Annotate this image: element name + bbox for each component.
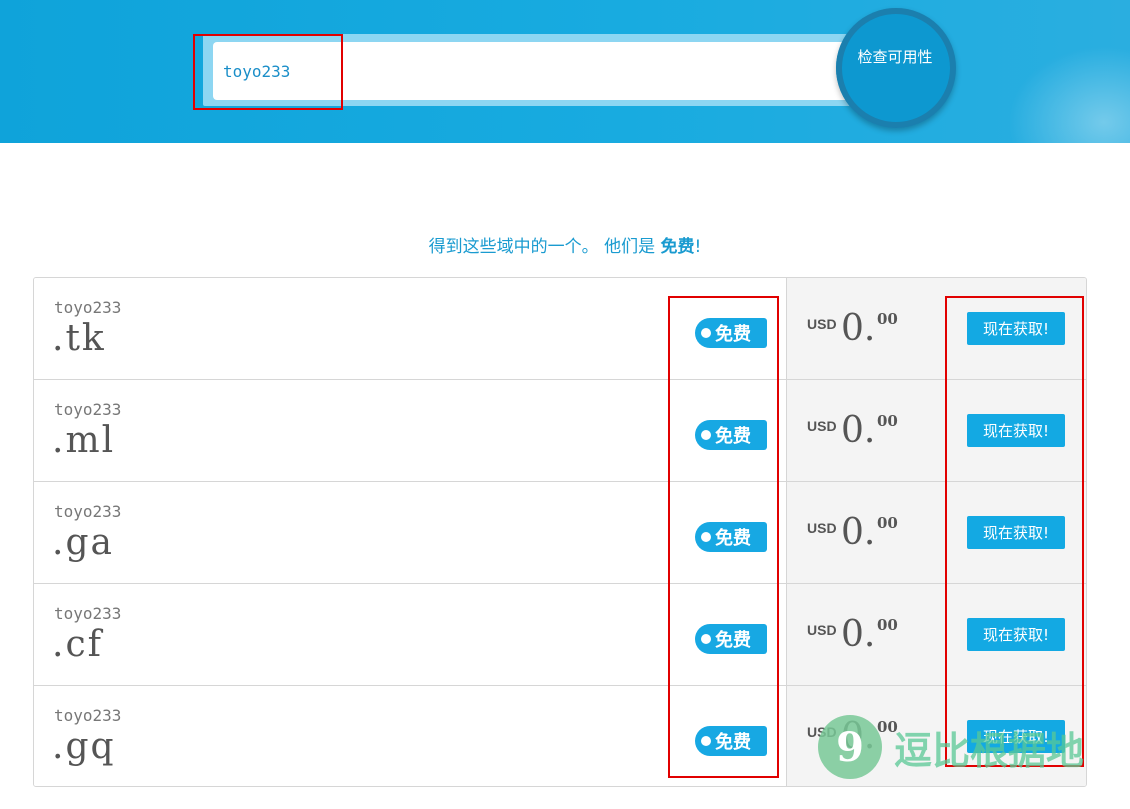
check-availability-label: 检查可用性 [857,48,933,66]
free-badge: 免费 [695,420,767,450]
price-currency: USD [807,622,837,638]
domain-name: toyo233 [54,604,122,623]
domain-info-cell: toyo233 .cf 免费 [34,584,786,685]
tagline: 得到这些域中的一个。 他们是 免费! [0,232,1130,257]
free-badge-label: 免费 [715,528,751,549]
price-cell: USD 0. 00 现在获取! [786,584,1086,685]
price-currency: USD [807,724,837,740]
get-now-button[interactable]: 现在获取! [967,618,1065,651]
free-badge-label: 免费 [715,732,751,753]
free-badge: 免费 [695,522,767,552]
price-cell: USD 0. 00 现在获取! [786,482,1086,583]
price-currency: USD [807,418,837,434]
domain-tld: .gq [52,726,116,767]
price-cell: USD 0. 00 现在获取! [786,380,1086,481]
badge-dot-icon [701,736,711,746]
free-badge: 免费 [695,726,767,756]
domain-row-ga: toyo233 .ga 免费 USD 0. 00 现在获取! [34,482,1086,584]
price-integer: 0. [841,308,876,349]
price-cell: USD 0. 00 现在获取! [786,686,1086,786]
price-cell: USD 0. 00 现在获取! [786,278,1086,379]
free-badge: 免费 [695,624,767,654]
tagline-emphasis: 免费 [660,237,695,257]
search-bar [203,34,863,106]
domain-info-cell: toyo233 .ml 免费 [34,380,786,481]
domain-info-cell: toyo233 .tk 免费 [34,278,786,379]
hero-decoration [1000,40,1130,143]
domain-row-gq: toyo233 .gq 免费 USD 0. 00 现在获取! [34,686,1086,786]
price-currency: USD [807,520,837,536]
domain-results-table: toyo233 .tk 免费 USD 0. 00 现在获取! toyo233 .… [33,277,1087,787]
price-decimal: 00 [877,412,898,430]
badge-dot-icon [701,328,711,338]
get-now-button[interactable]: 现在获取! [967,414,1065,447]
free-badge-label: 免费 [715,324,751,345]
price-integer: 0. [841,716,876,757]
domain-tld: .ga [52,522,114,563]
domain-tld: .ml [52,420,116,461]
price-decimal: 00 [877,616,898,634]
tagline-suffix: ! [694,237,702,257]
free-badge-label: 免费 [715,630,751,651]
domain-name: toyo233 [54,706,122,725]
domain-info-cell: toyo233 .ga 免费 [34,482,786,583]
badge-dot-icon [701,532,711,542]
domain-info-cell: toyo233 .gq 免费 [34,686,786,786]
domain-row-tk: toyo233 .tk 免费 USD 0. 00 现在获取! [34,278,1086,380]
price-decimal: 00 [877,310,898,328]
hero-banner: 检查可用性 [0,0,1130,143]
price-integer: 0. [841,614,876,655]
get-now-button[interactable]: 现在获取! [967,516,1065,549]
domain-name: toyo233 [54,400,122,419]
domain-row-ml: toyo233 .ml 免费 USD 0. 00 现在获取! [34,380,1086,482]
price-integer: 0. [841,512,876,553]
tagline-text: 得到这些域中的一个。 他们是 [428,237,656,257]
domain-name: toyo233 [54,502,122,521]
get-now-button[interactable]: 现在获取! [967,312,1065,345]
domain-name: toyo233 [54,298,122,317]
check-availability-button[interactable]: 检查可用性 [836,8,956,128]
domain-tld: .tk [52,318,106,359]
price-decimal: 00 [877,718,898,736]
price-currency: USD [807,316,837,332]
badge-dot-icon [701,430,711,440]
price-decimal: 00 [877,514,898,532]
domain-row-cf: toyo233 .cf 免费 USD 0. 00 现在获取! [34,584,1086,686]
free-badge-label: 免费 [715,426,751,447]
price-integer: 0. [841,410,876,451]
domain-search-input[interactable] [213,42,863,100]
free-badge: 免费 [695,318,767,348]
get-now-button[interactable]: 现在获取! [967,720,1065,753]
domain-tld: .cf [52,624,103,665]
badge-dot-icon [701,634,711,644]
